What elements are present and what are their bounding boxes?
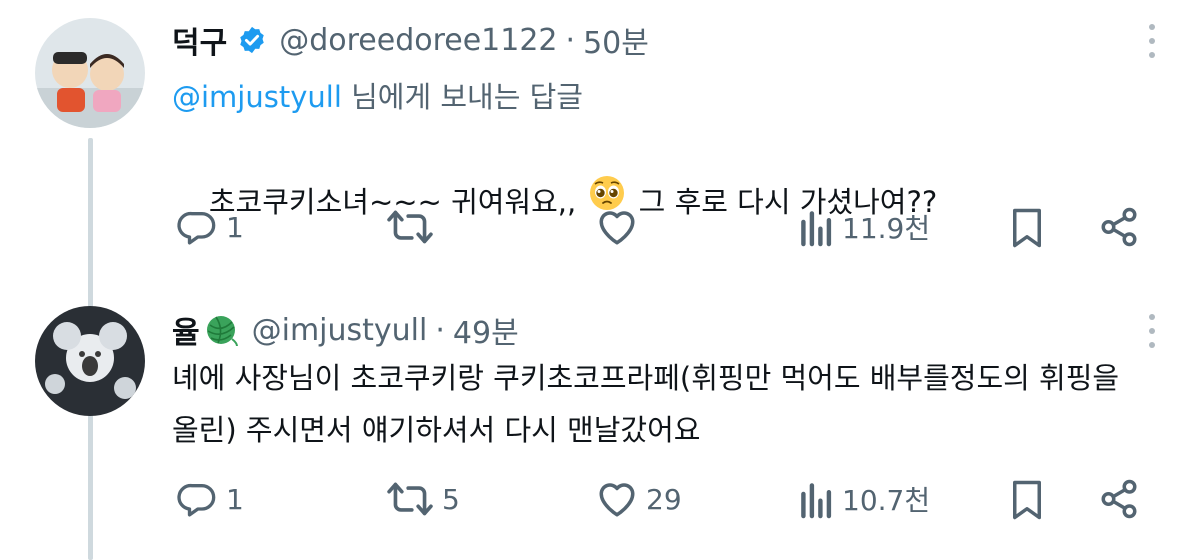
handle[interactable]: @doreedoree1122 [279, 23, 557, 58]
retweet-button[interactable] [386, 207, 442, 247]
bookmark-button[interactable] [1008, 479, 1046, 521]
timestamp[interactable]: 49분 [453, 308, 519, 352]
reply-icon [176, 207, 218, 247]
tweet-header: 덕구 @doreedoree1122 · 50분 [172, 18, 649, 62]
retweet-button[interactable]: 5 [386, 479, 460, 519]
share-button[interactable] [1098, 478, 1140, 520]
reply-count: 1 [226, 482, 244, 516]
views-chart-icon [800, 207, 834, 247]
heart-icon [596, 479, 638, 519]
mention-link[interactable]: @imjustyull [172, 80, 342, 114]
reply-count: 1 [226, 210, 244, 244]
views-chart-icon [800, 479, 834, 519]
handle[interactable]: @imjustyull [252, 313, 428, 348]
tweet[interactable]: 율 @imjustyull · 49분 녜에 사장님이 초코쿠키랑 쿠키초코프라… [0, 290, 1200, 560]
share-button[interactable] [1098, 206, 1140, 248]
reply-icon [176, 479, 218, 519]
separator-dot: · [565, 22, 576, 58]
share-icon [1098, 478, 1140, 520]
views-button[interactable]: 11.9천 [800, 207, 930, 247]
like-count: 29 [646, 482, 682, 516]
bookmark-icon [1008, 479, 1046, 521]
action-bar: 1 5 29 10.7천 [0, 474, 1200, 524]
yarn-ball-emoji-icon [204, 313, 238, 347]
bookmark-icon [1008, 207, 1046, 249]
heart-icon [596, 207, 638, 247]
like-button[interactable]: 29 [596, 479, 682, 519]
like-button[interactable] [596, 207, 646, 247]
tweet-text: 녜에 사장님이 초코쿠키랑 쿠키초코프라페(휘핑만 먹어도 배부를정도의 휘핑을… [172, 361, 1120, 447]
reply-button[interactable]: 1 [176, 479, 244, 519]
avatar[interactable] [35, 18, 145, 128]
more-options-icon[interactable] [1146, 24, 1158, 58]
action-bar: 1 11.9천 [0, 202, 1200, 252]
replying-suffix: 님에게 보내는 답글 [341, 80, 583, 114]
share-icon [1098, 206, 1140, 248]
views-button[interactable]: 10.7천 [800, 479, 930, 519]
verified-badge-icon [237, 25, 267, 55]
retweet-icon [386, 479, 434, 519]
avatar[interactable] [35, 306, 145, 416]
more-options-icon[interactable] [1146, 314, 1158, 348]
view-count: 11.9천 [842, 212, 931, 245]
retweet-icon [386, 207, 434, 247]
tweet[interactable]: 덕구 @doreedoree1122 · 50분 @imjustyull 님에게… [0, 0, 1200, 290]
view-count: 10.7천 [842, 484, 931, 517]
replying-to: @imjustyull 님에게 보내는 답글 [172, 74, 583, 116]
separator-dot: · [435, 312, 445, 348]
bookmark-button[interactable] [1008, 207, 1046, 249]
reply-button[interactable]: 1 [176, 207, 244, 247]
tweet-header: 율 @imjustyull · 49분 [172, 308, 519, 352]
timestamp[interactable]: 50분 [583, 18, 649, 62]
retweet-count: 5 [442, 482, 460, 516]
display-name[interactable]: 덕구 [172, 18, 227, 62]
display-name[interactable]: 율 [172, 308, 200, 352]
